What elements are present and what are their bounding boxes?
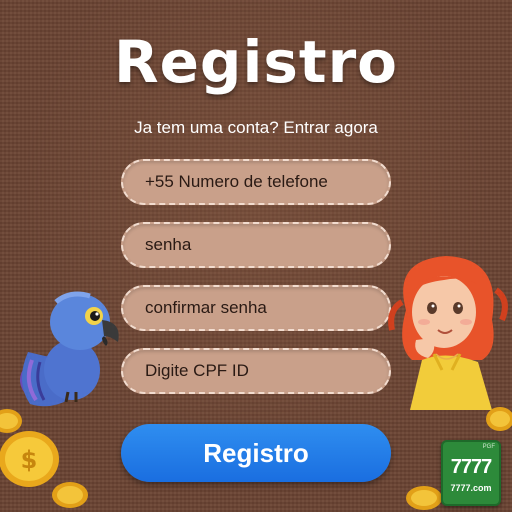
login-prompt[interactable]: Ja tem uma conta? Entrar agora xyxy=(0,118,512,138)
confirm-password-input[interactable] xyxy=(145,298,389,318)
confirm-password-field[interactable] xyxy=(121,285,391,331)
password-field[interactable] xyxy=(121,222,391,268)
password-input[interactable] xyxy=(145,235,389,255)
logo-text: 7777 xyxy=(450,456,493,478)
phone-field[interactable] xyxy=(121,159,391,205)
gold-coin-icon xyxy=(52,482,88,508)
parrot-illustration xyxy=(20,291,119,407)
cpf-input[interactable] xyxy=(145,361,389,381)
logo-tag: PGF xyxy=(482,444,495,450)
gold-coin-icon xyxy=(0,409,22,433)
phone-input[interactable] xyxy=(145,172,389,192)
logo-domain: 7777.com xyxy=(450,483,492,493)
girl-illustration xyxy=(388,256,508,410)
register-button[interactable]: Registro xyxy=(121,424,391,482)
gold-coin-icon xyxy=(406,486,442,510)
page-title: Registro xyxy=(113,28,399,96)
brand-logo: PGF 7777 7777.com xyxy=(441,440,501,506)
gold-coin-icon xyxy=(486,407,512,431)
cpf-field[interactable] xyxy=(121,348,391,394)
svg-text:$: $ xyxy=(21,446,38,474)
